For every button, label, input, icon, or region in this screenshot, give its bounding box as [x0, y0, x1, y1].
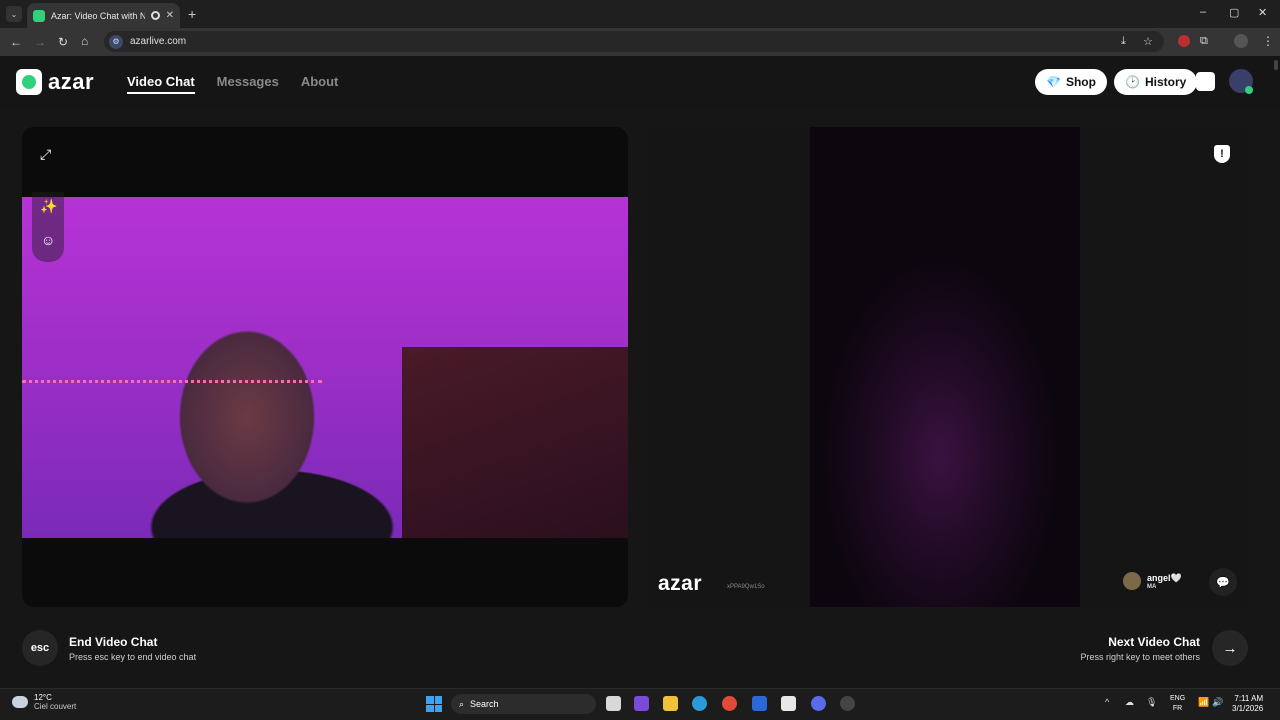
clock-time: 7:11 AM	[1234, 694, 1264, 703]
url-text: azarlive.com	[130, 36, 187, 47]
extension-icon[interactable]	[1178, 35, 1190, 47]
wifi-icon[interactable]: 📶	[1198, 697, 1209, 708]
shop-label: Shop	[1065, 75, 1096, 89]
expand-icon[interactable]: ⤢	[40, 146, 51, 163]
end-chat-title: End Video Chat	[69, 635, 158, 649]
online-status-icon	[1245, 86, 1253, 94]
peer-country: MA	[1147, 583, 1157, 590]
home-button[interactable]: ⌂	[81, 34, 88, 48]
chat-bubble-icon[interactable]: 💬	[1209, 568, 1237, 596]
file-explorer-icon[interactable]	[663, 696, 678, 711]
taskbar-search[interactable]: ⌕ Search	[451, 694, 596, 714]
extensions-puzzle-icon[interactable]: ⧉	[1200, 35, 1208, 48]
peer-name: angel🤍	[1147, 572, 1182, 583]
shop-button[interactable]: 💎 Shop	[1035, 69, 1107, 95]
task-view-icon[interactable]	[606, 696, 621, 711]
weather-temp: 12°C	[34, 693, 52, 702]
site-info-icon[interactable]: ⚙	[109, 34, 123, 49]
minimize-button[interactable]: –	[1200, 6, 1206, 18]
recording-icon	[150, 11, 160, 20]
lang-bottom: FR	[1172, 705, 1183, 712]
maximize-button[interactable]: ▢	[1229, 6, 1239, 19]
chrome-icon[interactable]	[722, 696, 737, 711]
close-window-button[interactable]: ✕	[1258, 6, 1267, 19]
app-icon[interactable]	[840, 696, 855, 711]
string-lights	[22, 380, 322, 384]
azar-logo-icon	[16, 69, 42, 95]
system-clock[interactable]: 7:11 AM 3/1/2026	[1232, 694, 1263, 714]
diamond-icon: 💎	[1046, 75, 1061, 89]
magic-wand-icon[interactable]: ✨	[40, 198, 57, 215]
install-app-icon[interactable]: ⤓	[1121, 35, 1126, 48]
windows-start-icon[interactable]	[426, 696, 442, 712]
widgets-app-icon[interactable]	[634, 696, 649, 711]
forward-button[interactable]: →	[34, 35, 46, 49]
azar-watermark: azar	[658, 572, 703, 595]
next-chat-title: Next Video Chat	[1108, 635, 1200, 649]
nav-video-chat[interactable]: Video Chat	[127, 74, 195, 94]
peer-profile[interactable]: angel🤍 MA	[1123, 572, 1182, 590]
store-icon[interactable]	[781, 696, 796, 711]
mail-icon[interactable]	[752, 696, 767, 711]
peer-avatar	[1123, 572, 1141, 590]
next-chat-button[interactable]: →	[1212, 630, 1248, 666]
language-indicator[interactable]: ENG FR	[1170, 694, 1185, 714]
end-chat-hint: Press esc key to end video chat	[69, 652, 197, 662]
history-button[interactable]: 🕑 History	[1114, 69, 1198, 95]
new-tab-button[interactable]: +	[188, 6, 196, 22]
remote-camera-feed	[810, 127, 1080, 607]
search-icon: ⌕	[459, 698, 465, 709]
main-nav: Video Chat Messages About	[127, 74, 338, 94]
page-scrollbar[interactable]	[1274, 60, 1278, 70]
onedrive-icon[interactable]: ☁	[1125, 697, 1134, 708]
face-filter-icon[interactable]: ☺	[41, 232, 55, 248]
tray-overflow-icon[interactable]: ^	[1105, 697, 1109, 707]
room-furniture	[402, 347, 628, 538]
local-camera-feed	[22, 197, 628, 538]
browser-menu-icon[interactable]: ⋮	[1262, 34, 1274, 48]
tab-close-icon[interactable]: ✕	[166, 10, 174, 21]
end-chat-button[interactable]: esc	[22, 630, 58, 666]
report-shield-icon[interactable]: !	[1214, 145, 1230, 163]
address-bar[interactable]: ⚙ azarlive.com	[104, 31, 1164, 52]
inventory-box-icon[interactable]	[1196, 72, 1215, 91]
lang-top: ENG	[1170, 695, 1186, 702]
next-chat-hint: Press right key to meet others	[1080, 652, 1200, 662]
local-video-panel	[22, 127, 628, 607]
edge-icon[interactable]	[692, 696, 707, 711]
logo-text: azar	[48, 69, 95, 94]
nav-messages[interactable]: Messages	[217, 74, 279, 94]
back-button[interactable]: ←	[10, 35, 22, 49]
clock-icon: 🕑	[1125, 75, 1140, 89]
microphone-icon[interactable]: 🎙	[1146, 697, 1157, 708]
browser-profile-avatar[interactable]	[1234, 34, 1248, 48]
watermark-id: xPPA9Qw1So	[727, 584, 765, 590]
nav-about[interactable]: About	[301, 74, 339, 94]
tab-title: Azar: Video Chat with New	[51, 10, 145, 21]
volume-icon[interactable]: 🔊	[1212, 697, 1223, 708]
clock-date: 3/1/2026	[1232, 704, 1264, 713]
azar-favicon-icon	[33, 9, 45, 22]
browser-tab[interactable]: Azar: Video Chat with New ✕	[27, 3, 180, 28]
history-label: History	[1144, 75, 1187, 89]
tab-list-button[interactable]: ⌄	[6, 6, 22, 22]
weather-desc: Ciel couvert	[34, 702, 77, 711]
cloud-icon	[12, 696, 28, 708]
azar-logo[interactable]: azar	[16, 69, 94, 95]
discord-icon[interactable]	[811, 696, 826, 711]
reload-button[interactable]: ↻	[58, 35, 68, 49]
bookmark-star-icon[interactable]: ☆	[1143, 35, 1153, 48]
search-label: Search	[470, 699, 499, 709]
weather-widget[interactable]: 12°C Ciel couvert	[12, 693, 76, 711]
